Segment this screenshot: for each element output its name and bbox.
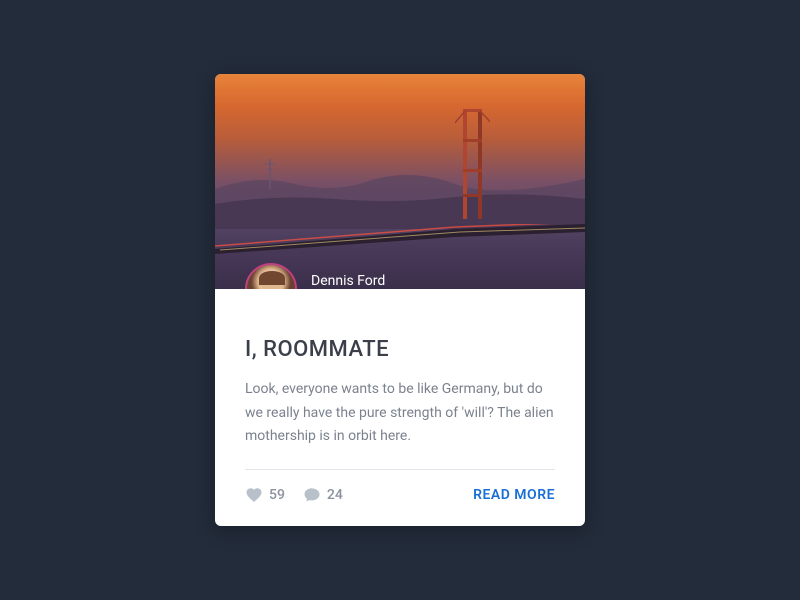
- author-row: Dennis Ford Mar 9, 2015: [245, 263, 385, 289]
- likes-count: 59: [269, 487, 285, 503]
- stats: 59 24: [245, 486, 343, 504]
- card-footer: 59 24 READ MORE: [245, 486, 555, 504]
- hills-silhouette: [215, 149, 585, 229]
- likes-stat[interactable]: 59: [245, 486, 285, 504]
- avatar[interactable]: [245, 263, 297, 289]
- post-card: Dennis Ford Mar 9, 2015 I, ROOMMATE Look…: [215, 74, 585, 526]
- bridge-tower: [455, 99, 490, 219]
- card-body: I, ROOMMATE Look, everyone wants to be l…: [215, 289, 585, 526]
- hero-image: Dennis Ford Mar 9, 2015: [215, 74, 585, 289]
- post-title: I, ROOMMATE: [245, 337, 555, 362]
- author-meta: Dennis Ford Mar 9, 2015: [311, 271, 385, 289]
- read-more-link[interactable]: READ MORE: [473, 487, 555, 503]
- divider: [245, 469, 555, 470]
- post-excerpt: Look, everyone wants to be like Germany,…: [245, 378, 555, 449]
- heart-icon: [245, 486, 263, 504]
- comments-stat[interactable]: 24: [303, 486, 343, 504]
- comments-count: 24: [327, 487, 343, 503]
- bridge-deck: [215, 224, 585, 254]
- comment-icon: [303, 486, 321, 504]
- author-name[interactable]: Dennis Ford: [311, 273, 385, 289]
